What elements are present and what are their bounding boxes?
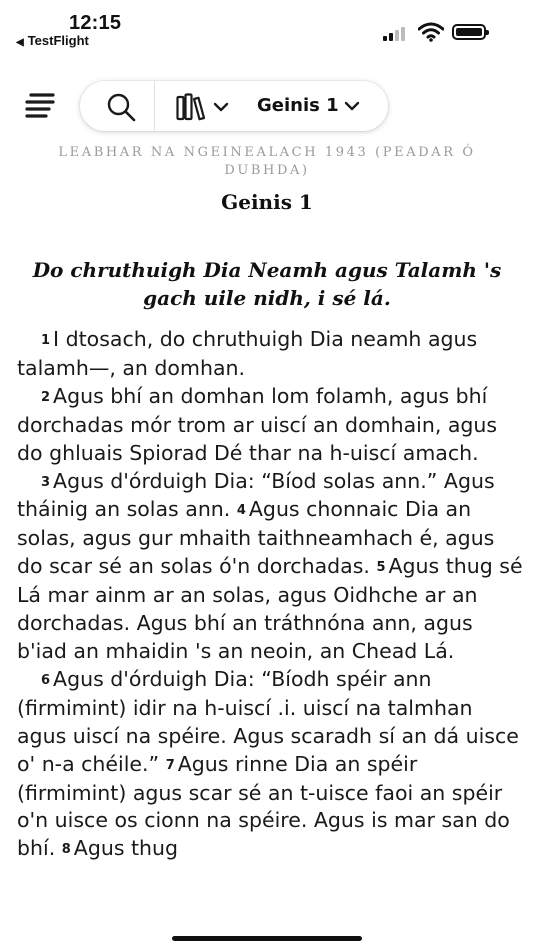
back-to-app-button[interactable]: ◀ TestFlight <box>16 33 89 48</box>
cellular-signal-icon <box>383 27 409 41</box>
status-bar: 12:15 ◀ TestFlight <box>0 0 534 56</box>
paragraph: 1I dtosach, do chruthuigh Dia neamh agus… <box>17 326 525 383</box>
back-app-label: TestFlight <box>27 33 89 48</box>
status-time: 12:15 <box>69 12 122 34</box>
verse-number[interactable]: 2 <box>41 390 50 405</box>
home-indicator[interactable] <box>172 936 362 941</box>
navigation-pill: Geinis 1 <box>80 81 388 131</box>
verse-number[interactable]: 4 <box>237 503 246 518</box>
verse-number[interactable]: 1 <box>41 333 50 348</box>
paragraph: 6 Agus d'órduigh Dia: “Bíodh spéir ann (f… <box>17 666 525 864</box>
translation-name: LEABHAR NA NGEINEALACH 1943 (PEADAR Ó DU… <box>58 145 476 178</box>
library-books-icon[interactable] <box>176 93 232 121</box>
chevron-down-icon[interactable] <box>344 100 360 112</box>
verse-number[interactable]: 7 <box>166 758 175 773</box>
verse-number[interactable]: 5 <box>376 560 385 575</box>
verse-text[interactable]: Agus thug <box>74 836 178 860</box>
verse-text[interactable]: I dtosach, do chruthuigh Dia neamh agus … <box>17 327 477 380</box>
wifi-icon <box>418 22 444 42</box>
battery-icon <box>452 24 489 40</box>
search-icon[interactable] <box>106 92 136 122</box>
verse-number[interactable]: 8 <box>62 842 71 857</box>
verse-text[interactable]: Agus bhí an domhan lom folamh, agus bhí … <box>17 384 497 465</box>
verse-number[interactable]: 3 <box>41 475 50 490</box>
section-heading: Do chruthuigh Dia Neamh agus Talamh 's g… <box>32 258 502 310</box>
toolbar-divider <box>154 81 155 131</box>
paragraph: 2 Agus bhí an domhan lom folamh, agus bhí… <box>17 383 525 468</box>
back-triangle-icon: ◀ <box>16 37 24 48</box>
book-chapter-selector[interactable]: Geinis 1 <box>257 95 339 116</box>
paragraph: 3 Agus d'órduigh Dia: “Bíod solas ann.” A… <box>17 468 525 666</box>
menu-lines-icon[interactable] <box>22 88 58 124</box>
verse-number[interactable]: 6 <box>41 673 50 688</box>
chapter-title: Geinis 1 <box>221 190 313 214</box>
scripture-text: 1I dtosach, do chruthuigh Dia neamh agus… <box>17 326 525 864</box>
